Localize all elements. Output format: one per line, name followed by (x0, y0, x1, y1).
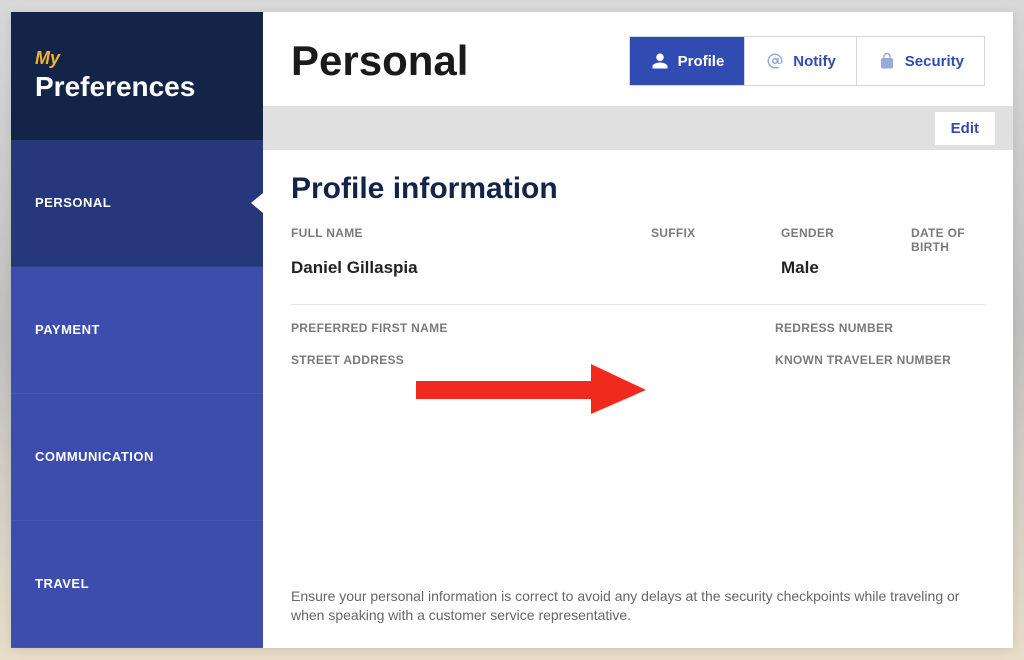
profile-fields-grid: FULL NAME SUFFIX GENDER DATE OF BIRTH Da… (291, 226, 985, 317)
edit-bar: Edit (263, 106, 1013, 150)
sidebar-item-communication[interactable]: COMMUNICATION (11, 394, 263, 521)
edit-button[interactable]: Edit (935, 112, 995, 145)
secondary-row-2: STREET ADDRESS KNOWN TRAVELER NUMBER (291, 353, 985, 381)
person-icon (650, 51, 670, 71)
label-full-name: FULL NAME (291, 226, 651, 254)
label-gender: GENDER (781, 226, 911, 254)
divider (291, 304, 985, 305)
brand-main: Preferences (35, 71, 239, 103)
content-area: Profile information FULL NAME SUFFIX GEN… (263, 150, 1013, 648)
sidebar-item-label: PAYMENT (35, 322, 100, 337)
brand-prefix: My (35, 48, 239, 69)
at-sign-icon (765, 51, 785, 71)
label-suffix: SUFFIX (651, 226, 781, 254)
tab-notify[interactable]: Notify (744, 37, 856, 85)
sidebar-item-payment[interactable]: PAYMENT (11, 267, 263, 394)
label-street-address: STREET ADDRESS (291, 353, 651, 367)
label-dob: DATE OF BIRTH (911, 226, 985, 254)
tab-label: Security (905, 53, 964, 70)
sidebar-item-label: PERSONAL (35, 195, 111, 210)
label-known-traveler: KNOWN TRAVELER NUMBER (775, 353, 985, 367)
sidebar-item-personal[interactable]: PERSONAL (11, 140, 263, 267)
value-dob (911, 258, 985, 278)
page-title: Personal (291, 37, 468, 85)
main-header: Personal Profile Notify (263, 12, 1013, 106)
label-preferred-first-name: PREFERRED FIRST NAME (291, 321, 651, 335)
section-title: Profile information (291, 172, 985, 206)
value-gender: Male (781, 258, 911, 278)
sidebar-item-label: TRAVEL (35, 576, 89, 591)
value-suffix (651, 258, 781, 278)
value-full-name: Daniel Gillaspia (291, 258, 651, 278)
lock-icon (877, 51, 897, 71)
tab-label: Notify (793, 53, 836, 70)
sidebar-brand: My Preferences (11, 12, 263, 140)
tab-label: Profile (678, 53, 725, 70)
sidebar: My Preferences PERSONAL PAYMENT COMMUNIC… (11, 12, 263, 648)
secondary-row-1: PREFERRED FIRST NAME REDRESS NUMBER (291, 321, 985, 349)
footer-note: Ensure your personal information is corr… (291, 567, 985, 626)
app-container: My Preferences PERSONAL PAYMENT COMMUNIC… (11, 12, 1013, 648)
tab-bar: Profile Notify Security (629, 36, 985, 86)
tab-profile[interactable]: Profile (630, 37, 745, 85)
sidebar-item-travel[interactable]: TRAVEL (11, 521, 263, 648)
main-panel: Personal Profile Notify (263, 12, 1013, 648)
label-redress-number: REDRESS NUMBER (775, 321, 985, 335)
tab-security[interactable]: Security (856, 37, 984, 85)
sidebar-item-label: COMMUNICATION (35, 449, 154, 464)
